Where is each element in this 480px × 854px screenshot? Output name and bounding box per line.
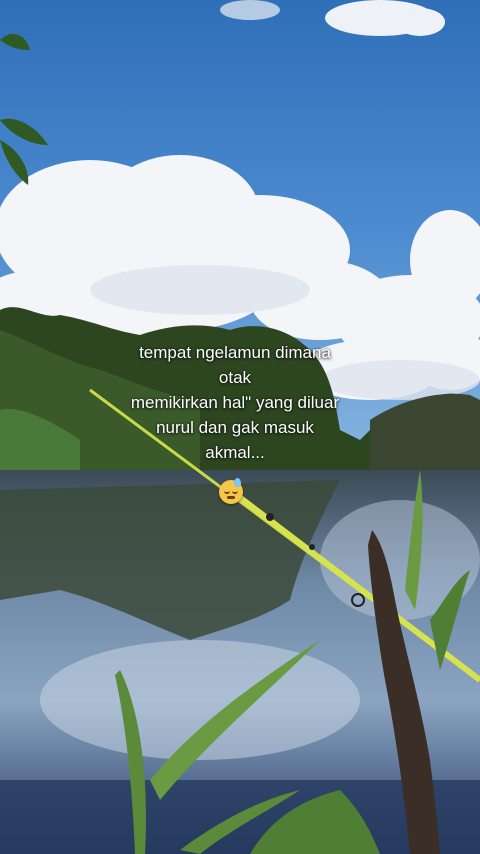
sleepy-face-icon (219, 478, 243, 504)
photo-scene: tempat ngelamun dimana otak memikirkan h… (0, 0, 480, 854)
caption-line: akmal... (205, 443, 265, 462)
caption-line: tempat ngelamun dimana (139, 343, 331, 362)
caption-line: otak (218, 368, 252, 387)
caption-text: tempat ngelamun dimana otak memikirkan h… (90, 340, 380, 465)
caption-line: nurul dan gak masuk (156, 418, 314, 437)
caption-line: memikirkan hal" yang diluar (130, 393, 340, 412)
